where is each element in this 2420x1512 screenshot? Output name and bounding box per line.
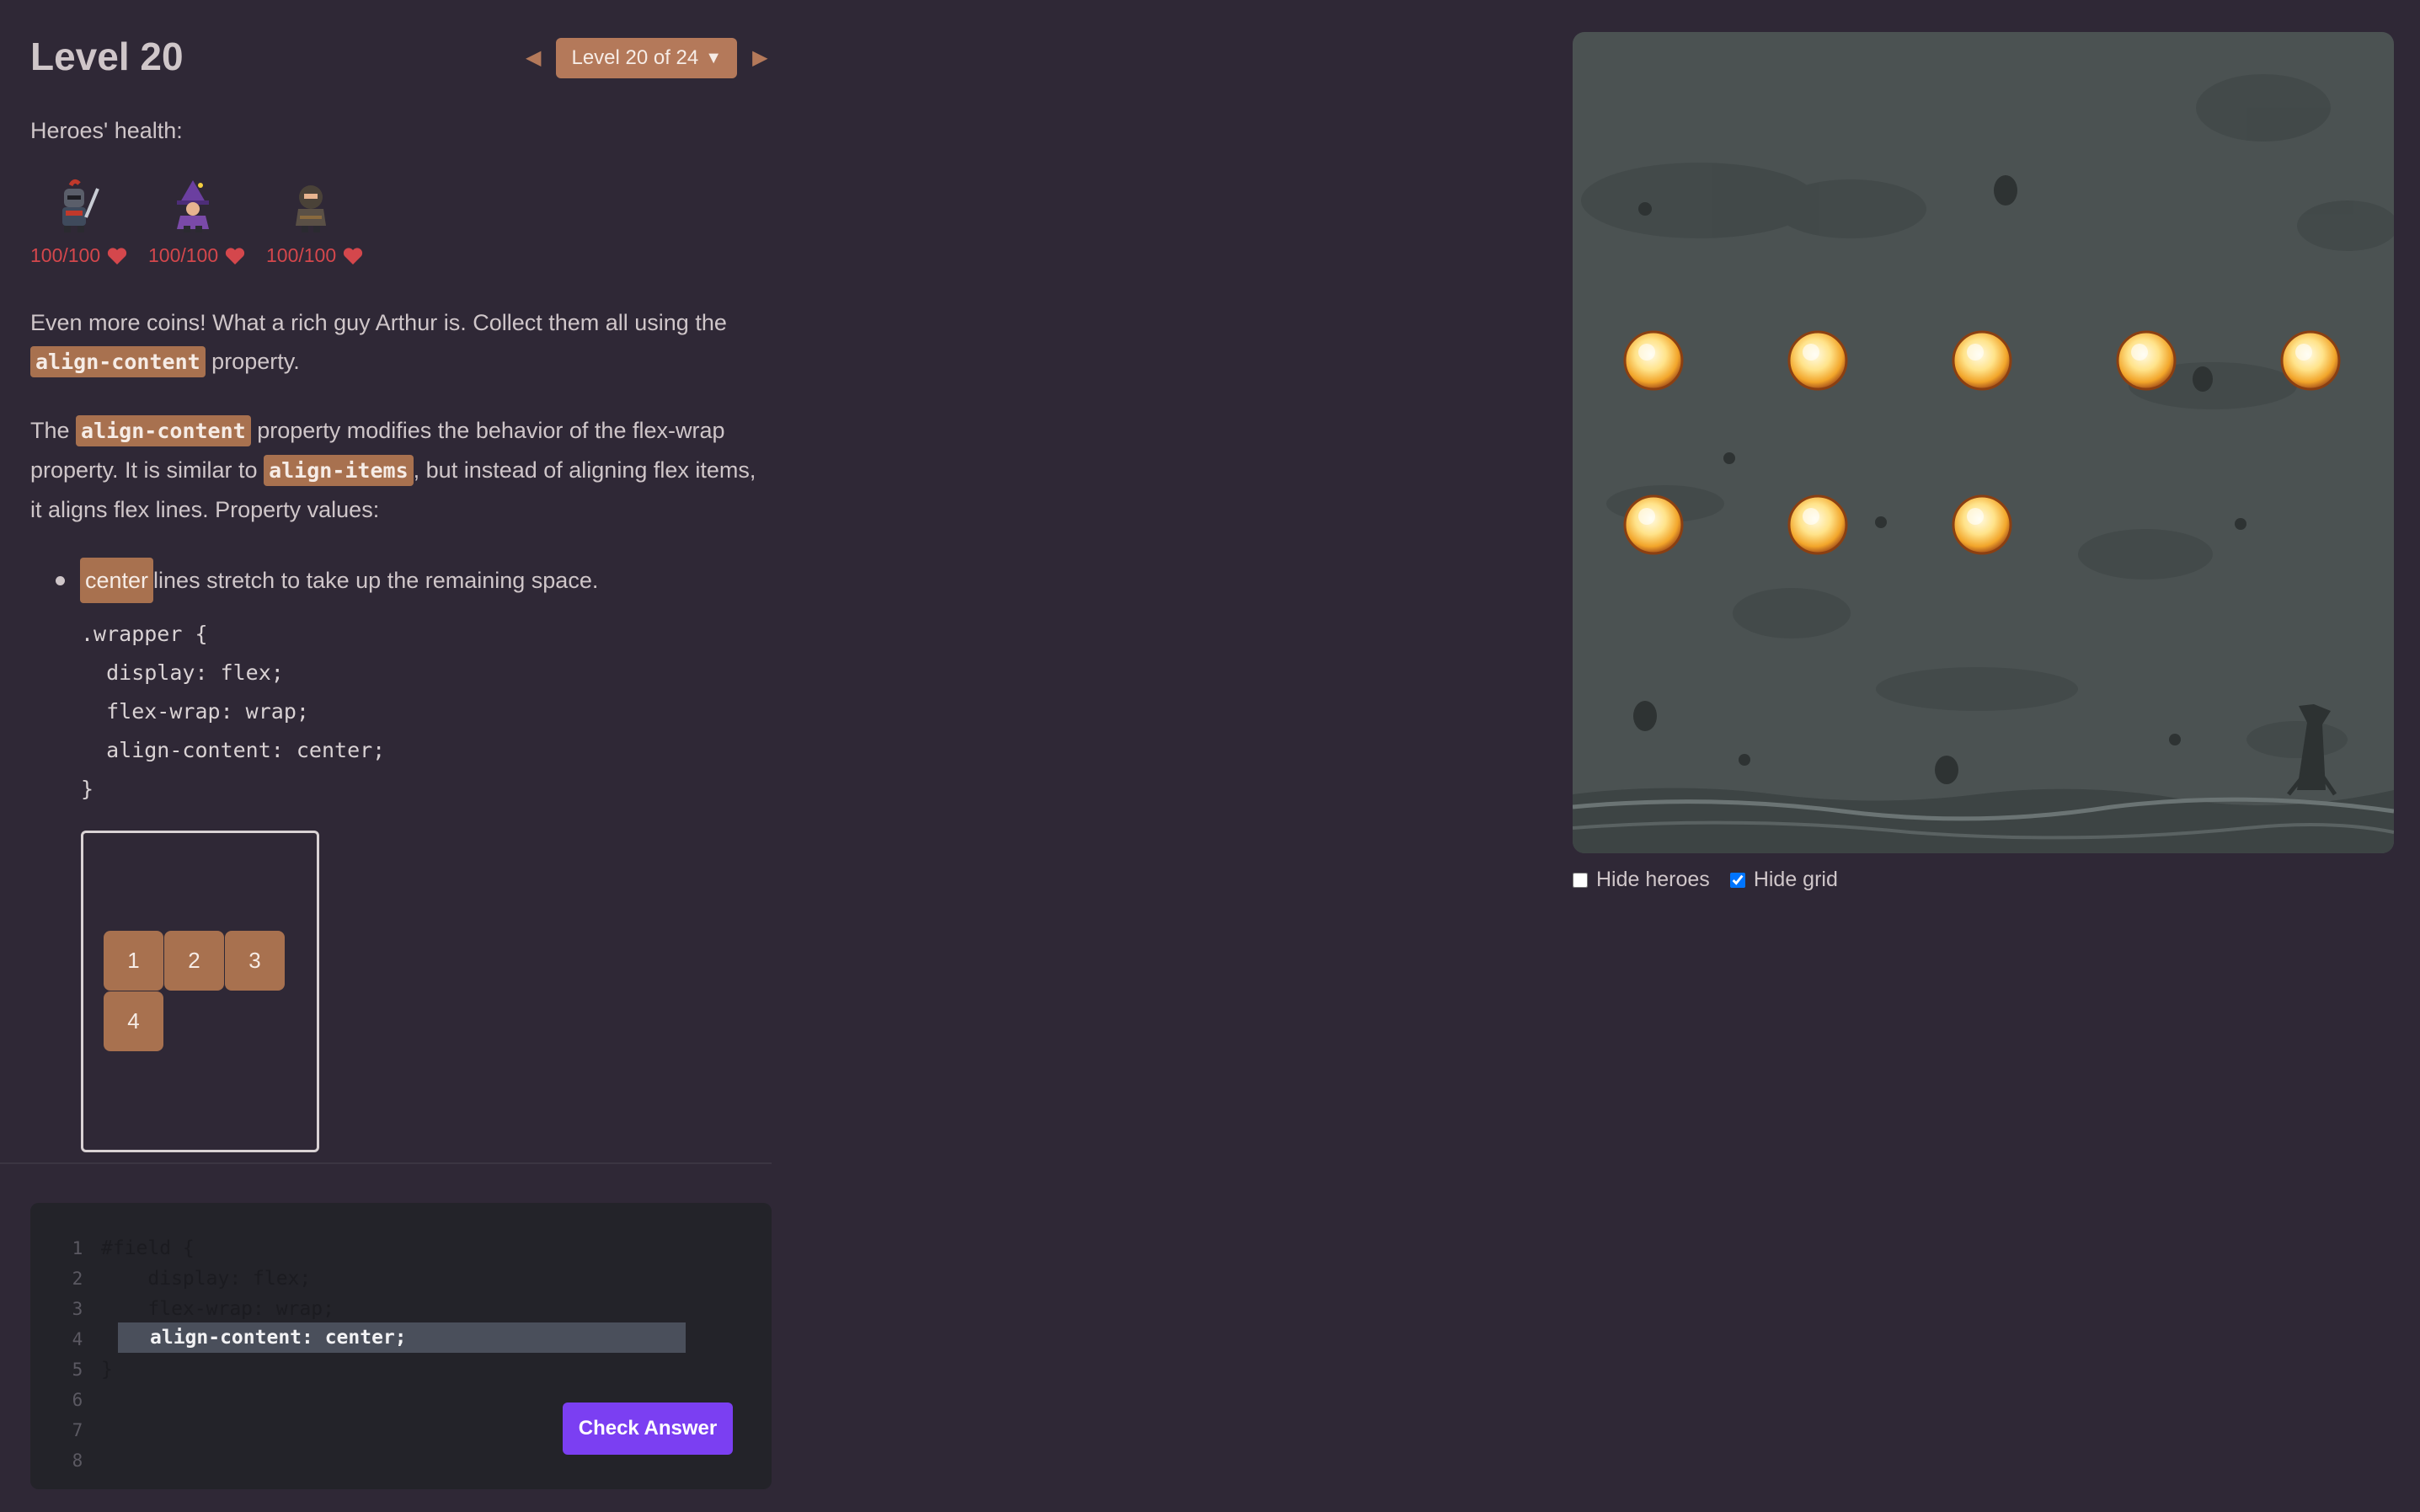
editor-code: #field { display: flex; flex-wrap: wrap;… bbox=[101, 1233, 334, 1476]
caret-down-icon: ▼ bbox=[705, 49, 723, 67]
health-value: 100/100 bbox=[148, 244, 219, 266]
hide-heroes-label: Hide heroes bbox=[1596, 868, 1710, 891]
code-line: flex-wrap: wrap; bbox=[81, 699, 309, 724]
board-options: Hide heroes Hide grid bbox=[1573, 868, 1838, 892]
code-line: display: flex; bbox=[81, 660, 284, 685]
line-number: 5 bbox=[72, 1360, 83, 1380]
line-number: 4 bbox=[72, 1329, 83, 1349]
coin bbox=[2280, 330, 2341, 391]
code-line: } bbox=[81, 777, 94, 801]
explanation-text: The bbox=[30, 418, 77, 443]
code-line: align-content: center; bbox=[81, 738, 386, 762]
answer-input[interactable]: align-content: center; bbox=[118, 1322, 686, 1353]
hide-grid-option[interactable]: Hide grid bbox=[1729, 868, 1838, 892]
value-description: lines stretch to take up the remaining s… bbox=[153, 568, 599, 593]
coin bbox=[1952, 330, 2012, 391]
line-number: 2 bbox=[72, 1269, 83, 1289]
coin bbox=[1623, 494, 1684, 555]
hide-heroes-checkbox[interactable] bbox=[1573, 872, 1588, 888]
property-keyword: align-items bbox=[264, 455, 414, 486]
demo-item: 1 bbox=[104, 931, 163, 991]
heroes-health-heading: Heroes' health: bbox=[30, 118, 183, 143]
hide-heroes-option[interactable]: Hide heroes bbox=[1573, 868, 1710, 892]
line-number: 3 bbox=[72, 1299, 83, 1319]
heart-icon bbox=[108, 247, 127, 264]
rogue-icon bbox=[296, 185, 326, 232]
value-keyword: center bbox=[80, 558, 154, 603]
bullet-dot bbox=[56, 575, 65, 585]
page-title: Level 20 bbox=[30, 35, 184, 78]
hero-rogue: 100/100 bbox=[266, 177, 363, 267]
ground-texture bbox=[1581, 74, 2394, 758]
prev-level-arrow-icon[interactable]: ◀ bbox=[526, 48, 541, 68]
heart-icon bbox=[226, 247, 245, 264]
coin bbox=[1952, 494, 2012, 555]
line-number: 6 bbox=[72, 1390, 83, 1410]
hide-grid-checkbox[interactable] bbox=[1729, 872, 1745, 888]
coin bbox=[1787, 330, 1848, 391]
description-text: property. bbox=[205, 349, 300, 374]
line-number-gutter: 1 2 3 4 5 6 7 8 bbox=[61, 1233, 94, 1476]
hero-knight: 100/100 bbox=[30, 177, 127, 267]
coin bbox=[2116, 330, 2177, 391]
coin bbox=[1623, 330, 1684, 391]
line-number: 7 bbox=[72, 1420, 83, 1440]
heroes-list: 100/100 100/100 100/100 bbox=[30, 177, 363, 267]
heart-icon bbox=[344, 247, 363, 264]
mage-icon bbox=[177, 180, 209, 232]
level-description: Even more coins! What a rich guy Arthur … bbox=[30, 303, 772, 382]
next-level-arrow-icon[interactable]: ▶ bbox=[752, 48, 767, 68]
level-selector-label: Level 20 of 24 bbox=[571, 46, 699, 69]
knight-icon bbox=[62, 179, 99, 232]
hide-grid-label: Hide grid bbox=[1753, 868, 1838, 891]
divider bbox=[0, 1162, 772, 1164]
demo-item: 3 bbox=[225, 931, 285, 991]
health-value: 100/100 bbox=[266, 244, 337, 266]
coin bbox=[1787, 494, 1848, 555]
check-answer-button[interactable]: Check Answer bbox=[563, 1402, 733, 1455]
property-value-item: center lines stretch to take up the rema… bbox=[56, 558, 598, 603]
demo-item: 2 bbox=[164, 931, 224, 991]
code-line: .wrapper { bbox=[81, 622, 208, 646]
game-board-scene bbox=[1573, 74, 2394, 853]
description-text: Even more coins! What a rich guy Arthur … bbox=[30, 310, 727, 335]
level-selector[interactable]: Level 20 of 24 ▼ bbox=[556, 38, 738, 78]
property-keyword: align-content bbox=[30, 346, 206, 377]
flex-demo-box: 1 2 3 4 bbox=[81, 831, 319, 1152]
hero-health: 100/100 bbox=[30, 244, 127, 267]
line-number: 8 bbox=[72, 1451, 83, 1471]
example-code-block: .wrapper { display: flex; flex-wrap: wra… bbox=[81, 615, 385, 809]
property-keyword: align-content bbox=[76, 415, 251, 446]
property-explanation: The align-content property modifies the … bbox=[30, 411, 772, 529]
health-value: 100/100 bbox=[30, 244, 101, 266]
demo-item: 4 bbox=[104, 991, 163, 1051]
line-number: 1 bbox=[72, 1238, 83, 1258]
hero-health: 100/100 bbox=[266, 244, 363, 267]
editor-line: display: flex; bbox=[101, 1268, 312, 1290]
level-navigation: ◀ Level 20 of 24 ▼ ▶ bbox=[526, 38, 768, 78]
hero-health: 100/100 bbox=[148, 244, 245, 267]
editor-line: } bbox=[101, 1359, 113, 1381]
editor-line: #field { bbox=[101, 1237, 195, 1259]
hero-mage: 100/100 bbox=[148, 177, 245, 267]
editor-line: flex-wrap: wrap; bbox=[101, 1298, 334, 1320]
game-board bbox=[1573, 32, 2394, 853]
